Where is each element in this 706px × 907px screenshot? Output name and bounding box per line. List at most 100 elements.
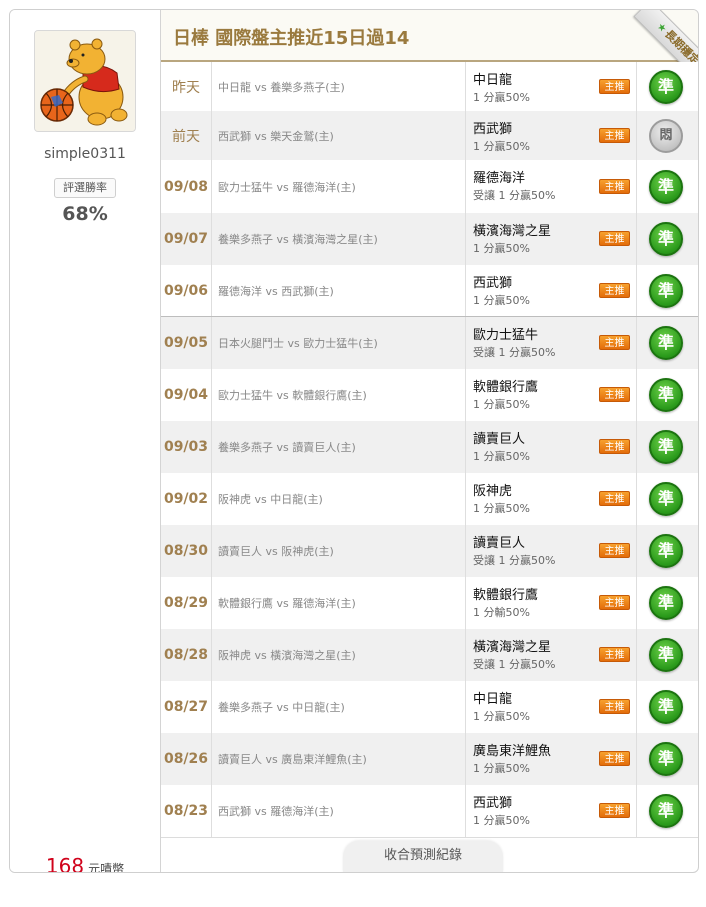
- table-row: 09/04 歐力士猛牛 vs 軟體銀行鷹(主) 軟體銀行鷹 1 分贏50% 主推 準: [161, 369, 698, 421]
- main-pick-badge: 主推: [599, 128, 630, 143]
- row-result: 準: [636, 62, 698, 111]
- win-result-icon: 準: [649, 534, 683, 568]
- record-card: simple0311 評選勝率 68% 168 元嘖幣 日棒 國際盤主推近15日過…: [9, 9, 699, 873]
- row-matchup[interactable]: 阪神虎 vs 中日龍(主): [211, 473, 466, 525]
- row-result: 準: [636, 525, 698, 577]
- pick-line: 1 分贏50%: [473, 91, 530, 104]
- row-date: 08/26: [161, 733, 212, 785]
- main-pick-badge: 主推: [599, 751, 630, 766]
- win-result-icon: 準: [649, 430, 683, 464]
- row-matchup[interactable]: 養樂多燕子 vs 橫濱海灣之星(主): [211, 213, 466, 265]
- pick-team: 廣島東洋鯉魚: [473, 744, 552, 759]
- win-result-icon: 準: [649, 690, 683, 724]
- row-pick: 廣島東洋鯉魚 1 分贏50% 主推: [466, 733, 637, 785]
- row-matchup[interactable]: 中日龍 vs 養樂多燕子(主): [211, 62, 466, 111]
- row-matchup[interactable]: 養樂多燕子 vs 中日龍(主): [211, 681, 466, 733]
- row-date: 09/05: [161, 317, 212, 369]
- row-date: 昨天: [161, 62, 212, 111]
- row-result: 準: [636, 317, 698, 369]
- win-result-icon: 準: [649, 70, 683, 104]
- main-pick-badge: 主推: [599, 335, 630, 350]
- win-rate-value: 68%: [62, 203, 108, 225]
- row-date: 09/04: [161, 369, 212, 421]
- row-matchup[interactable]: 西武獅 vs 樂天金鷲(主): [211, 111, 466, 160]
- pick-team: 讀賣巨人: [473, 536, 526, 551]
- row-pick: 讀賣巨人 1 分贏50% 主推: [466, 421, 637, 473]
- row-pick: 讀賣巨人 受讓 1 分贏50% 主推: [466, 525, 637, 577]
- row-date: 前天: [161, 111, 212, 160]
- page-title: 日棒 國際盤主推近15日過14: [173, 28, 410, 49]
- win-result-icon: 準: [649, 794, 683, 828]
- row-result: 準: [636, 681, 698, 733]
- pick-line: 1 分贏50%: [473, 294, 530, 307]
- panel-header: 日棒 國際盤主推近15日過14 ★長期穩定: [161, 10, 698, 80]
- main-pick-badge: 主推: [599, 283, 630, 298]
- row-pick: 中日龍 1 分贏50% 主推: [466, 62, 637, 111]
- prediction-panel: 日棒 國際盤主推近15日過14 ★長期穩定 昨天 中日龍 vs 養樂多燕子(主) 中…: [160, 10, 698, 872]
- pick-line: 1 分贏50%: [473, 502, 530, 515]
- win-result-icon: 準: [649, 378, 683, 412]
- pick-team: 中日龍: [473, 73, 513, 88]
- win-result-icon: 準: [649, 482, 683, 516]
- table-row: 08/27 養樂多燕子 vs 中日龍(主) 中日龍 1 分贏50% 主推 準: [161, 681, 698, 733]
- avatar[interactable]: [34, 30, 136, 132]
- row-date: 08/23: [161, 785, 212, 837]
- row-pick: 橫濱海灣之星 受讓 1 分贏50% 主推: [466, 629, 637, 681]
- pick-line: 1 分贏50%: [473, 710, 530, 723]
- pick-team: 西武獅: [473, 796, 513, 811]
- table-row: 08/28 阪神虎 vs 橫濱海灣之星(主) 橫濱海灣之星 受讓 1 分贏50% 主推 準: [161, 629, 698, 681]
- table-row: 前天 西武獅 vs 樂天金鷲(主) 西武獅 1 分贏50% 主推 悶: [161, 111, 698, 160]
- pick-line: 1 分贏50%: [473, 242, 530, 255]
- main-pick-badge: 主推: [599, 543, 630, 558]
- pick-team: 讀賣巨人: [473, 432, 526, 447]
- row-pick: 中日龍 1 分贏50% 主推: [466, 681, 637, 733]
- coin-unit: 元嘖幣: [88, 862, 125, 873]
- row-divider: [161, 837, 698, 838]
- pick-team: 橫濱海灣之星: [473, 640, 552, 655]
- pick-line: 1 分贏50%: [473, 450, 530, 463]
- table-row: 09/08 歐力士猛牛 vs 羅德海洋(主) 羅德海洋 受讓 1 分贏50% 主推 準: [161, 160, 698, 213]
- row-result: 準: [636, 369, 698, 421]
- table-row: 09/06 羅德海洋 vs 西武獅(主) 西武獅 1 分贏50% 主推 準: [161, 265, 698, 317]
- row-pick: 羅德海洋 受讓 1 分贏50% 主推: [466, 160, 637, 213]
- user-sidebar: simple0311 評選勝率 68% 168 元嘖幣: [10, 10, 160, 872]
- row-result: 準: [636, 577, 698, 629]
- row-result: 準: [636, 213, 698, 265]
- table-row: 09/02 阪神虎 vs 中日龍(主) 阪神虎 1 分贏50% 主推 準: [161, 473, 698, 525]
- row-matchup[interactable]: 阪神虎 vs 橫濱海灣之星(主): [211, 629, 466, 681]
- table-row: 昨天 中日龍 vs 養樂多燕子(主) 中日龍 1 分贏50% 主推 準: [161, 62, 698, 111]
- row-matchup[interactable]: 西武獅 vs 羅德海洋(主): [211, 785, 466, 837]
- main-pick-badge: 主推: [599, 647, 630, 662]
- username[interactable]: simple0311: [10, 146, 160, 162]
- row-result: 悶: [636, 111, 698, 160]
- pick-team: 軟體銀行鷹: [473, 380, 539, 395]
- win-result-icon: 準: [649, 638, 683, 672]
- row-pick: 西武獅 1 分贏50% 主推: [466, 111, 637, 160]
- main-pick-badge: 主推: [599, 79, 630, 94]
- row-date: 09/03: [161, 421, 212, 473]
- pick-team: 阪神虎: [473, 484, 513, 499]
- row-matchup[interactable]: 讀賣巨人 vs 阪神虎(主): [211, 525, 466, 577]
- push-result-icon: 悶: [649, 119, 683, 153]
- win-result-icon: 準: [649, 222, 683, 256]
- pick-team: 西武獅: [473, 276, 513, 291]
- win-result-icon: 準: [649, 274, 683, 308]
- pick-line: 1 分輸50%: [473, 606, 530, 619]
- table-row: 09/05 日本火腿鬥士 vs 歐力士猛牛(主) 歐力士猛牛 受讓 1 分贏50% 主推…: [161, 317, 698, 369]
- row-matchup[interactable]: 讀賣巨人 vs 廣島東洋鯉魚(主): [211, 733, 466, 785]
- table-row: 09/03 養樂多燕子 vs 讀賣巨人(主) 讀賣巨人 1 分贏50% 主推 準: [161, 421, 698, 473]
- pick-team: 軟體銀行鷹: [473, 588, 539, 603]
- row-matchup[interactable]: 日本火腿鬥士 vs 歐力士猛牛(主): [211, 317, 466, 369]
- pooh-basketball-icon: [35, 31, 135, 131]
- row-result: 準: [636, 160, 698, 213]
- row-matchup[interactable]: 羅德海洋 vs 西武獅(主): [211, 265, 466, 317]
- row-matchup[interactable]: 歐力士猛牛 vs 軟體銀行鷹(主): [211, 369, 466, 421]
- row-date: 09/07: [161, 213, 212, 265]
- row-date: 09/02: [161, 473, 212, 525]
- row-matchup[interactable]: 歐力士猛牛 vs 羅德海洋(主): [211, 160, 466, 213]
- pick-team: 西武獅: [473, 122, 513, 137]
- collapse-records-button[interactable]: 收合預測紀錄: [343, 841, 503, 872]
- table-row: 08/23 西武獅 vs 羅德海洋(主) 西武獅 1 分贏50% 主推 準: [161, 785, 698, 837]
- row-matchup[interactable]: 軟體銀行鷹 vs 羅德海洋(主): [211, 577, 466, 629]
- row-matchup[interactable]: 養樂多燕子 vs 讀賣巨人(主): [211, 421, 466, 473]
